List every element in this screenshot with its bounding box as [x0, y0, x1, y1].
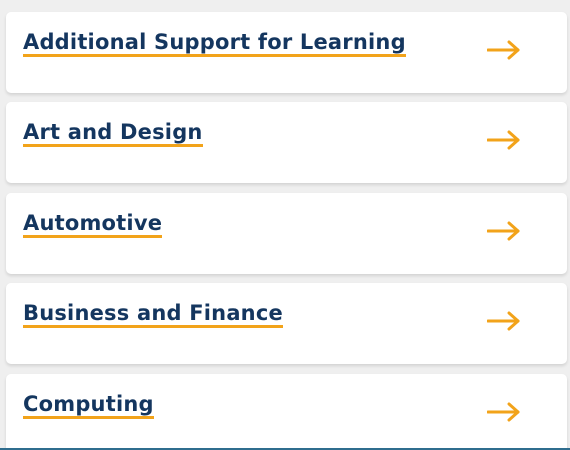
category-link[interactable]: Art and Design: [23, 120, 203, 147]
arrow-right-icon: [487, 311, 520, 331]
category-card-art-and-design[interactable]: Art and Design: [6, 102, 567, 183]
category-card-business-and-finance[interactable]: Business and Finance: [6, 283, 567, 364]
category-link[interactable]: Business and Finance: [23, 301, 283, 328]
arrow-right-icon: [487, 402, 520, 422]
arrow-right-icon: [487, 40, 520, 60]
category-link[interactable]: Automotive: [23, 211, 163, 238]
arrow-right-icon: [487, 130, 520, 150]
category-card-automotive[interactable]: Automotive: [6, 193, 567, 274]
subject-category-list: Additional Support for Learning Art and …: [0, 0, 570, 450]
category-card-additional-support[interactable]: Additional Support for Learning: [6, 12, 567, 93]
arrow-right-icon: [487, 221, 520, 241]
category-link[interactable]: Additional Support for Learning: [23, 30, 406, 57]
category-link[interactable]: Computing: [23, 392, 154, 419]
category-card-computing[interactable]: Computing: [6, 374, 567, 450]
